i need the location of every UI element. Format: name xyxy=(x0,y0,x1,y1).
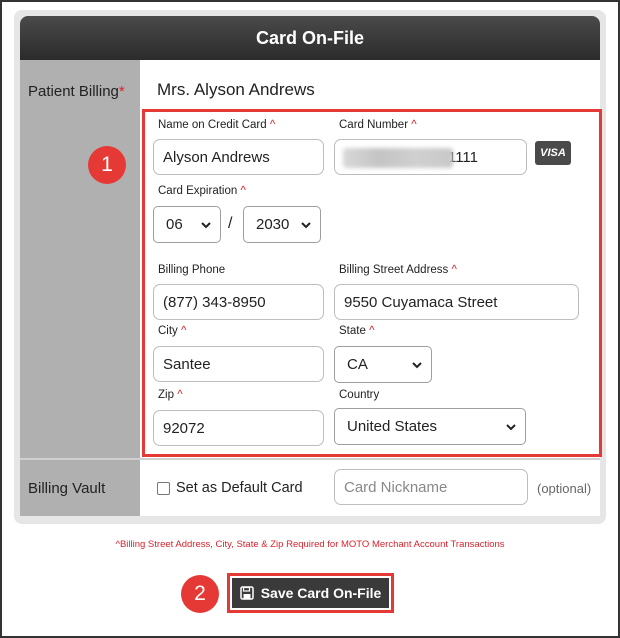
card-nickname-input[interactable]: Card Nickname xyxy=(334,469,528,505)
moto-requirement-footnote: ^Billing Street Address, City, State & Z… xyxy=(115,539,505,550)
save-button-label: Save Card On-File xyxy=(260,585,382,601)
exp-month-select[interactable]: 06 xyxy=(153,206,221,243)
state-label: State ^ xyxy=(339,325,375,337)
state-select[interactable]: CA xyxy=(334,346,432,383)
name-on-card-label: Name on Credit Card ^ xyxy=(158,119,276,131)
card-number-label: Card Number ^ xyxy=(339,119,417,131)
default-card-label: Set as Default Card xyxy=(176,480,303,496)
country-label: Country xyxy=(339,389,380,401)
name-on-card-input[interactable]: Alyson Andrews xyxy=(153,139,324,175)
chevron-down-icon xyxy=(412,361,422,368)
label-column xyxy=(20,60,140,516)
step-marker-1: 1 xyxy=(88,146,126,184)
country-select[interactable]: United States xyxy=(334,408,526,445)
billing-vault-label: Billing Vault xyxy=(28,480,106,497)
default-card-checkbox[interactable] xyxy=(157,482,170,495)
optional-hint: (optional) xyxy=(537,481,592,496)
zip-input[interactable]: 92072 xyxy=(153,410,324,446)
chevron-down-icon xyxy=(201,221,211,228)
visa-card-icon: VISA xyxy=(535,141,571,165)
panel-header: Card On-File xyxy=(20,16,600,60)
billing-street-input[interactable]: 9550 Cuyamaca Street xyxy=(334,284,579,320)
floppy-disk-icon xyxy=(239,586,254,600)
billing-phone-input[interactable]: (877) 343-8950 xyxy=(153,284,324,320)
chevron-down-icon xyxy=(506,423,516,430)
step-marker-2: 2 xyxy=(181,575,219,613)
exp-separator: / xyxy=(228,215,233,232)
chevron-down-icon xyxy=(301,221,311,228)
patient-billing-label: Patient Billing* xyxy=(28,83,125,100)
row-divider xyxy=(20,458,600,460)
city-label: City ^ xyxy=(158,325,187,337)
billing-phone-label: Billing Phone xyxy=(158,264,226,276)
save-card-button[interactable]: Save Card On-File xyxy=(232,578,389,608)
city-input[interactable]: Santee xyxy=(153,346,324,382)
patient-name: Mrs. Alyson Andrews xyxy=(157,80,315,99)
card-expiration-label: Card Expiration ^ xyxy=(158,185,246,197)
billing-street-label: Billing Street Address ^ xyxy=(339,264,457,276)
zip-label: Zip ^ xyxy=(158,389,183,401)
exp-year-select[interactable]: 2030 xyxy=(243,206,321,243)
page-title: Card On-File xyxy=(255,27,364,48)
card-number-redaction xyxy=(343,148,453,168)
